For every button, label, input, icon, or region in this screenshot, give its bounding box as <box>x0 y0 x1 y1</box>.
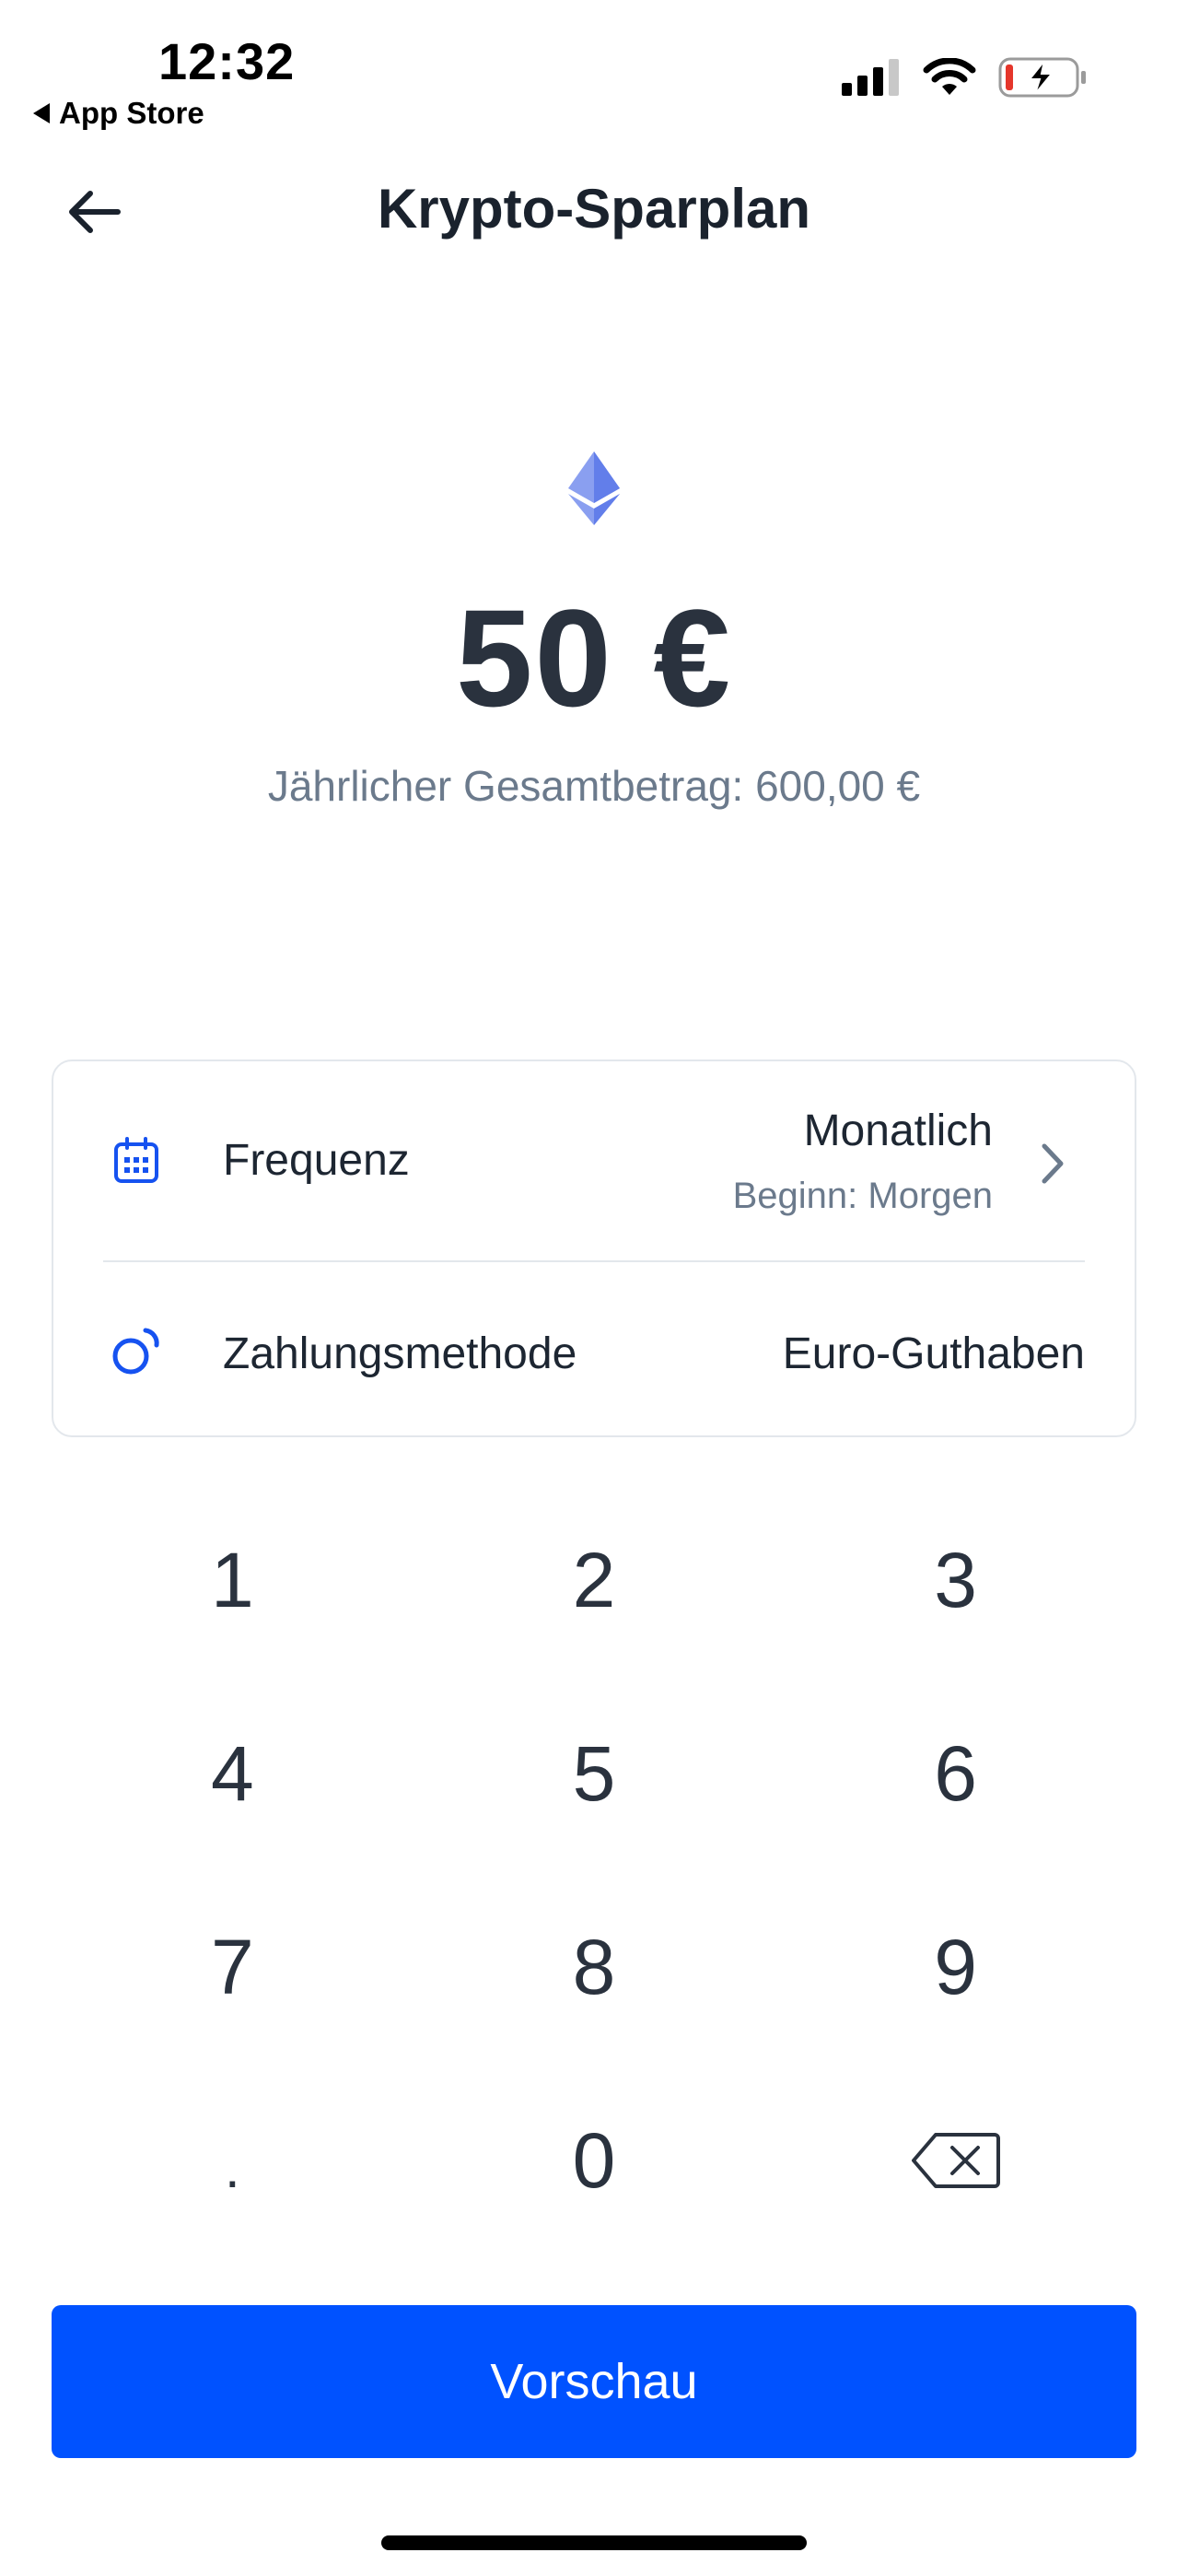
cellular-signal-icon <box>842 59 899 96</box>
key-8[interactable]: 8 <box>413 1870 775 2064</box>
frequency-label: Frequenz <box>223 1136 410 1185</box>
key-backspace[interactable] <box>775 2064 1136 2257</box>
key-0[interactable]: 0 <box>413 2064 775 2257</box>
frequency-start-text: Beginn: Morgen <box>732 1176 993 1216</box>
backspace-icon <box>911 2133 1000 2188</box>
key-decimal[interactable]: . <box>52 2064 413 2257</box>
key-1[interactable]: 1 <box>52 1483 413 1677</box>
screen: 12:32 App Store Krypto-Sparplan 50 € Jäh… <box>0 0 1188 2576</box>
status-icons <box>842 57 1087 98</box>
key-7[interactable]: 7 <box>52 1870 413 2064</box>
key-6[interactable]: 6 <box>775 1677 1136 1870</box>
key-decimal-label: . <box>224 2137 240 2199</box>
frequency-value: Monatlich <box>803 1107 993 1155</box>
plan-settings-card: Frequenz Monatlich Beginn: Morgen Zahlun… <box>52 1060 1136 1437</box>
amount-display: 50 € <box>456 580 732 735</box>
key-9[interactable]: 9 <box>775 1870 1136 2064</box>
frequency-row[interactable]: Frequenz Monatlich Beginn: Morgen <box>53 1061 1135 1260</box>
numeric-keypad: 1 2 3 4 5 6 7 8 9 . 0 <box>52 1483 1136 2257</box>
wifi-icon <box>923 58 976 95</box>
payment-method-icon <box>112 1328 159 1375</box>
status-time: 12:32 <box>158 32 296 90</box>
battery-charging-icon <box>998 57 1086 98</box>
page-title: Krypto-Sparplan <box>377 178 811 240</box>
calendar-icon <box>114 1137 158 1183</box>
preview-button[interactable]: Vorschau <box>52 2305 1136 2458</box>
back-to-app-store-link[interactable]: App Store <box>33 96 204 131</box>
home-indicator <box>381 2535 807 2550</box>
key-5[interactable]: 5 <box>413 1677 775 1870</box>
card-divider <box>103 1260 1085 1262</box>
key-3[interactable]: 3 <box>775 1483 1136 1677</box>
payment-method-label: Zahlungsmethode <box>223 1329 577 1378</box>
back-app-label: App Store <box>59 96 204 130</box>
key-2[interactable]: 2 <box>413 1483 775 1677</box>
chevron-right-icon <box>1042 1143 1064 1184</box>
back-triangle-icon <box>33 103 50 123</box>
payment-method-value: Euro-Guthaben <box>782 1329 1085 1378</box>
payment-method-row[interactable]: Zahlungsmethode Euro-Guthaben <box>53 1264 1135 1437</box>
key-4[interactable]: 4 <box>52 1677 413 1870</box>
ethereum-icon <box>568 451 620 525</box>
yearly-total-text: Jährlicher Gesamtbetrag: 600,00 € <box>267 762 921 810</box>
